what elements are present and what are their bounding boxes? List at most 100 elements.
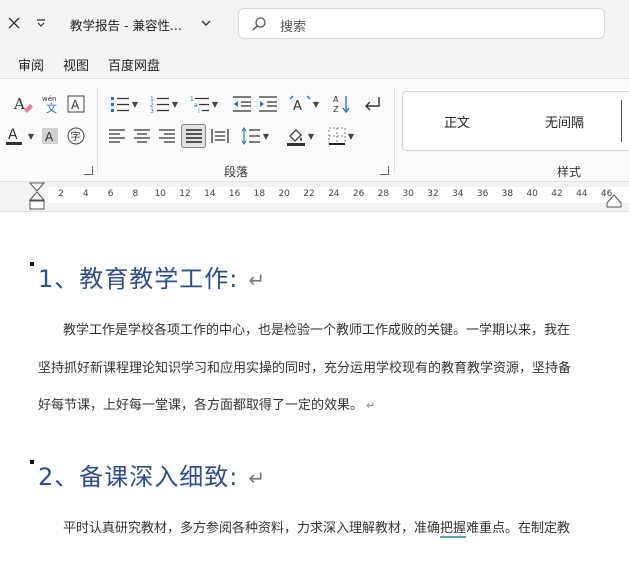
ruler-mark: 18: [253, 189, 266, 199]
ribbon-separator: [394, 87, 395, 173]
ruler-mark: 44: [576, 189, 588, 199]
menu-review[interactable]: 审阅: [18, 55, 44, 74]
ruler-mark: 8: [132, 189, 139, 199]
paragraph-mark: ↵: [248, 268, 267, 292]
indent-marker-icon[interactable]: [28, 182, 46, 210]
justify-icon[interactable]: [181, 124, 206, 148]
document-canvas[interactable]: 1、教育教学工作: ↵ 教学工作是学校各项工作的中心，也是检验一个教师工作成败的关…: [0, 212, 629, 571]
paragraph-mark: ↵: [248, 466, 267, 490]
clear-format-icon[interactable]: A: [10, 93, 36, 115]
ruler-mark: 22: [303, 189, 315, 199]
ruler-mark: 28: [377, 189, 390, 199]
ribbon-separator: [97, 87, 98, 173]
ruler-mark: 10: [154, 189, 166, 199]
sort-icon[interactable]: AZ: [330, 93, 354, 115]
ruler-mark: 14: [204, 189, 216, 199]
phonetic-guide-icon[interactable]: wén 文: [39, 93, 63, 115]
svg-text:3: 3: [150, 108, 154, 113]
ruler-mark: 12: [179, 189, 191, 199]
svg-text:A: A: [71, 98, 80, 112]
heading-1-text: 1、教育教学工作:: [38, 265, 239, 293]
paragraph-2-text-c: 难重点。在制定教: [466, 521, 571, 536]
svg-text:A: A: [8, 127, 18, 143]
multilevel-list-icon[interactable]: 1ai ▼: [186, 93, 222, 115]
ruler-mark: 20: [278, 189, 290, 199]
heading-format-mark: [30, 262, 34, 266]
decrease-indent-icon[interactable]: [230, 93, 254, 115]
horizontal-ruler[interactable]: 2 4 6 8 10 12 14 16 18 20 22 24 26 28 30 32 34 36 38 40 42 44…: [48, 187, 629, 203]
title-bar: 教学报告 - 兼容性... 搜索: [0, 0, 629, 48]
heading-1[interactable]: 1、教育教学工作: ↵: [38, 259, 266, 294]
ruler-mark: 32: [427, 189, 439, 199]
ruler-mark: 42: [551, 189, 563, 199]
styles-gallery: 正文 无间隔: [402, 91, 629, 151]
font-color-icon[interactable]: A ▼: [2, 125, 36, 147]
ruler-mark: 40: [526, 189, 538, 199]
character-shading-icon[interactable]: A: [40, 125, 60, 147]
character-border-icon[interactable]: A: [65, 93, 87, 115]
increase-indent-icon[interactable]: [256, 93, 280, 115]
line-spacing-icon[interactable]: ▼: [237, 125, 273, 147]
style-normal[interactable]: 正文: [444, 112, 470, 131]
ruler-mark: 6: [107, 189, 114, 199]
close-icon[interactable]: [5, 14, 23, 32]
paragraph-2-text-a: 平时认真研究教材，多方参阅各种资料，力求深入理解教材，准确: [63, 521, 441, 536]
svg-text:i: i: [198, 108, 200, 113]
menu-baidu-netdisk[interactable]: 百度网盘: [108, 55, 160, 74]
svg-text:文: 文: [46, 101, 57, 115]
svg-text:字: 字: [71, 130, 81, 143]
ruler-mark: 36: [476, 189, 489, 199]
align-left-icon[interactable]: [106, 125, 128, 147]
styles-group-label: 样式: [557, 165, 582, 179]
show-hide-marks-icon[interactable]: [360, 93, 384, 115]
bullets-icon[interactable]: ▼: [106, 93, 142, 115]
search-box[interactable]: 搜索: [238, 8, 605, 39]
align-center-icon[interactable]: [131, 125, 153, 147]
paragraph-group-label: 段落: [224, 165, 249, 179]
align-right-icon[interactable]: [156, 125, 178, 147]
grammar-flag[interactable]: 把握: [440, 521, 467, 538]
style-no-spacing[interactable]: 无间隔: [545, 112, 584, 131]
ruler-mark: 30: [402, 189, 414, 199]
right-indent-marker-icon[interactable]: [606, 194, 622, 208]
quick-access-dropdown-icon[interactable]: [32, 14, 50, 32]
heading-format-mark: [30, 460, 34, 464]
title-chevron-down-icon[interactable]: [197, 14, 215, 32]
menu-bar: 审阅 视图 百度网盘: [0, 48, 629, 78]
paragraph-2-line-1[interactable]: 平时认真研究教材，多方参阅各种资料，力求深入理解教材，准确把握难重点。在制定教: [63, 517, 571, 538]
borders-icon[interactable]: ▼: [323, 125, 359, 147]
numbering-icon[interactable]: 123 ▼: [146, 93, 182, 115]
shading-icon[interactable]: ▼: [282, 125, 318, 147]
ruler-area: 2 4 6 8 10 12 14 16 18 20 22 24 26 28 30 32 34 36 38 40 42 44…: [0, 182, 629, 212]
paragraph-1-line-1[interactable]: 教学工作是学校各项工作的中心，也是检验一个教师工作成败的关键。一学期以来，我在: [63, 319, 570, 338]
svg-text:Z: Z: [333, 105, 339, 114]
ruler-mark: 24: [328, 189, 340, 199]
paragraph-1-line-3-text: 好每节课，上好每一堂课，各方面都取得了一定的效果。: [38, 398, 364, 413]
ribbon: A wén 文 A A ▼ A 字 ▼ 123 ▼ 1ai ▼ A ▼ AZ ▼…: [0, 78, 629, 182]
heading-2[interactable]: 2、备课深入细致: ↵: [38, 457, 266, 492]
svg-text:A: A: [293, 99, 302, 113]
ruler-mark: 4: [82, 189, 89, 199]
styles-gallery-divider: [621, 100, 622, 142]
ruler-mark: 34: [452, 189, 464, 199]
paragraph-1-line-3[interactable]: 好每节课，上好每一堂课，各方面都取得了一定的效果。 ↵: [38, 394, 375, 413]
ruler-mark: 16: [228, 189, 241, 199]
ruler-mark: 26: [352, 189, 365, 199]
search-placeholder: 搜索: [280, 20, 307, 35]
search-icon: [252, 17, 266, 31]
heading-2-text: 2、备课深入细致:: [38, 463, 239, 491]
paragraph-1-line-2[interactable]: 坚持抓好新课程理论知识学习和应用实操的同时，充分运用学校现有的教育教学资源，坚持…: [38, 357, 571, 376]
paragraph-mark: ↵: [366, 399, 376, 412]
ruler-mark: 38: [501, 189, 514, 199]
enclose-characters-icon[interactable]: 字: [65, 125, 87, 147]
svg-text:A: A: [333, 95, 339, 104]
distributed-icon[interactable]: [209, 125, 231, 147]
asian-layout-icon[interactable]: A ▼: [286, 93, 322, 115]
paragraph-group-launcher-icon[interactable]: [380, 166, 389, 175]
svg-text:A: A: [45, 130, 54, 144]
document-title: 教学报告 - 兼容性...: [70, 18, 182, 33]
menu-view[interactable]: 视图: [63, 55, 89, 74]
svg-text:A: A: [13, 95, 25, 113]
ruler-mark: 2: [58, 189, 64, 199]
font-group-launcher-icon[interactable]: [84, 166, 93, 175]
